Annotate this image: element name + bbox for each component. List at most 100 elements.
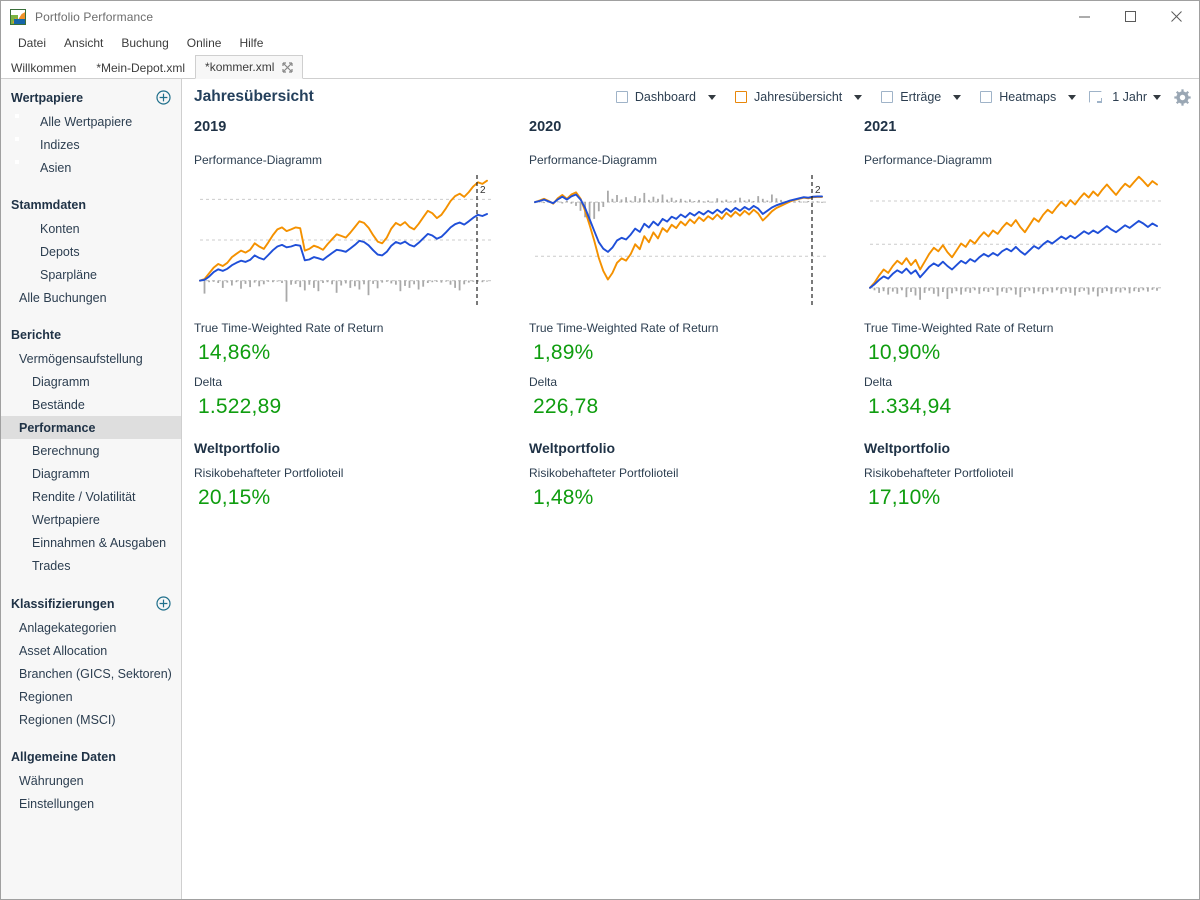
- sidebar-item-label: Asset Allocation: [19, 643, 108, 658]
- main-header: Jahresübersicht Dashboard Jahresübersicht…: [182, 79, 1199, 115]
- sidebar-item-diagramm[interactable]: Diagramm: [1, 370, 181, 393]
- menu-item-buchung[interactable]: Buchung: [112, 34, 177, 52]
- year-column-2019: 2019 Performance-Diagramm 2 True Time-Weigh…: [182, 115, 517, 899]
- add-icon[interactable]: [156, 90, 171, 105]
- year-column-2020: 2020 Performance-Diagramm 2 True Time-Weigh…: [517, 115, 852, 899]
- ttwror-value: 14,86%: [198, 341, 271, 364]
- delta-label: Delta: [194, 375, 223, 389]
- toolbar-button-jahres-bersicht[interactable]: Jahresübersicht: [729, 87, 848, 107]
- sidebar-item-performance[interactable]: Performance: [1, 416, 181, 439]
- view-toolbar: Dashboard Jahresübersicht Erträge Heatmaps 1…: [608, 87, 1191, 107]
- sidebar-item-best-nde[interactable]: Bestände: [1, 393, 181, 416]
- tab-label: Willkommen: [11, 60, 77, 75]
- page-icon: [15, 137, 32, 152]
- performance-chart[interactable]: 2: [529, 175, 834, 305]
- chevron-down-icon[interactable]: [1153, 94, 1161, 100]
- toolbar-group-ertr-ge: Erträge: [873, 87, 972, 107]
- minimize-icon[interactable]: [1061, 1, 1107, 32]
- sidebar-item-label: Sparpläne: [40, 267, 97, 282]
- sidebar-item-label: Branchen (GICS, Sektoren): [19, 666, 172, 681]
- sidebar-item-w-hrungen[interactable]: Währungen: [1, 769, 181, 792]
- sidebar-section-title: Berichte: [11, 328, 62, 342]
- chevron-down-icon[interactable]: [708, 94, 717, 100]
- sidebar-item-asien[interactable]: Asien: [1, 156, 181, 179]
- sidebar-item-depots[interactable]: Depots: [1, 240, 181, 263]
- sidebar-item-alle-buchungen[interactable]: Alle Buchungen: [1, 286, 181, 309]
- gear-icon[interactable]: [1174, 88, 1191, 106]
- close-icon[interactable]: [1153, 1, 1199, 32]
- application-window: Portfolio Performance Datei Ansicht Buchun…: [0, 0, 1200, 900]
- menu-item-ansicht[interactable]: Ansicht: [55, 34, 112, 52]
- sidebar-section-berichte: Berichte: [1, 323, 181, 347]
- folder-icon: [19, 221, 32, 236]
- new-view-icon[interactable]: [1089, 91, 1103, 103]
- sidebar-item-label: Asien: [40, 160, 72, 175]
- chart-caption: Performance-Diagramm: [194, 153, 323, 167]
- sidebar-item-konten[interactable]: Konten: [1, 217, 181, 240]
- year-column-2021: 2021 Performance-Diagramm True Time-Weight…: [852, 115, 1187, 899]
- page-title: Jahresübersicht: [194, 88, 314, 105]
- portfolio-heading: Weltportfolio: [194, 440, 281, 456]
- chevron-down-icon[interactable]: [953, 94, 962, 100]
- sidebar-item-label: Wertpapiere: [32, 512, 100, 527]
- window-controls: [1061, 1, 1199, 32]
- risk-share-label: Risikobehafteter Portfolioteil: [864, 466, 1014, 480]
- sidebar-item-asset-allocation[interactable]: Asset Allocation: [1, 639, 181, 662]
- sidebar-section-title: Allgemeine Daten: [11, 750, 116, 764]
- sidebar-item-berechnung[interactable]: Berechnung: [1, 439, 181, 462]
- sidebar-item-diagramm[interactable]: Diagramm: [1, 462, 181, 485]
- sidebar-item-sparpl-ne[interactable]: Sparpläne: [1, 263, 181, 286]
- sidebar-item-rendite-volatilit-t[interactable]: Rendite / Volatilität: [1, 485, 181, 508]
- maximize-icon[interactable]: [1107, 1, 1153, 32]
- menu-bar: Datei Ansicht Buchung Online Hilfe: [1, 32, 1199, 54]
- square-icon: [980, 91, 993, 103]
- add-icon[interactable]: [156, 596, 171, 611]
- toolbar-button-heatmaps[interactable]: Heatmaps: [974, 87, 1062, 107]
- sidebar-item-label: Währungen: [19, 773, 84, 788]
- tab-2[interactable]: *Mein-Depot.xml: [86, 55, 195, 79]
- sidebar-item-label: Einnahmen & Ausgaben: [32, 535, 167, 550]
- sidebar-item-label: Anlagekategorien: [19, 620, 117, 635]
- sidebar-item-anlagekategorien[interactable]: Anlagekategorien: [1, 616, 181, 639]
- sidebar-item-label: Trades: [32, 558, 71, 573]
- tab-1[interactable]: Willkommen: [1, 55, 86, 79]
- square-icon: [735, 91, 748, 103]
- tab-close-icon[interactable]: [282, 61, 293, 73]
- toolbar-button-dashboard[interactable]: Dashboard: [610, 87, 702, 107]
- sidebar-item-alle-wertpapiere[interactable]: Alle Wertpapiere: [1, 110, 181, 133]
- risk-share-value: 20,15%: [198, 486, 271, 509]
- sidebar-item-einstellungen[interactable]: Einstellungen: [1, 792, 181, 815]
- folder-icon: [19, 267, 32, 282]
- year-heading: 2020: [529, 119, 562, 135]
- toolbar-button-label: Jahresübersicht: [754, 90, 843, 104]
- app-chart-icon: [10, 8, 26, 25]
- sidebar-item-trades[interactable]: Trades: [1, 554, 181, 577]
- folder-icon: [19, 244, 32, 259]
- toolbar-button-ertr-ge[interactable]: Erträge: [875, 87, 947, 107]
- sidebar-item-label: Vermögensaufstellung: [19, 351, 143, 366]
- sidebar-item-indizes[interactable]: Indizes: [1, 133, 181, 156]
- period-label[interactable]: 1 Jahr: [1112, 90, 1147, 104]
- sidebar-item-regionen-msci[interactable]: Regionen (MSCI): [1, 708, 181, 731]
- sidebar-item-wertpapiere[interactable]: Wertpapiere: [1, 508, 181, 531]
- year-heading: 2021: [864, 119, 897, 135]
- sidebar-item-label: Indizes: [40, 137, 80, 152]
- sidebar-item-einnahmen-ausgaben[interactable]: Einnahmen & Ausgaben: [1, 531, 181, 554]
- menu-item-online[interactable]: Online: [178, 34, 231, 52]
- performance-chart[interactable]: 2: [194, 175, 499, 305]
- sidebar-item-regionen[interactable]: Regionen: [1, 685, 181, 708]
- menu-item-hilfe[interactable]: Hilfe: [230, 34, 272, 52]
- sidebar-item-label: Rendite / Volatilität: [32, 489, 136, 504]
- ttwror-label: True Time-Weighted Rate of Return: [529, 321, 719, 335]
- tab-3[interactable]: *kommer.xml: [195, 55, 304, 79]
- svg-text:2: 2: [815, 185, 821, 196]
- menu-item-datei[interactable]: Datei: [9, 34, 55, 52]
- sidebar-section-title: Klassifizierungen: [11, 596, 115, 611]
- chevron-down-icon[interactable]: [1068, 94, 1077, 100]
- chevron-down-icon[interactable]: [854, 94, 863, 100]
- performance-chart[interactable]: [864, 175, 1169, 305]
- sidebar-item-branchen-gics-sektoren[interactable]: Branchen (GICS, Sektoren): [1, 662, 181, 685]
- sidebar-item-verm-gensaufstellung[interactable]: Vermögensaufstellung: [1, 347, 181, 370]
